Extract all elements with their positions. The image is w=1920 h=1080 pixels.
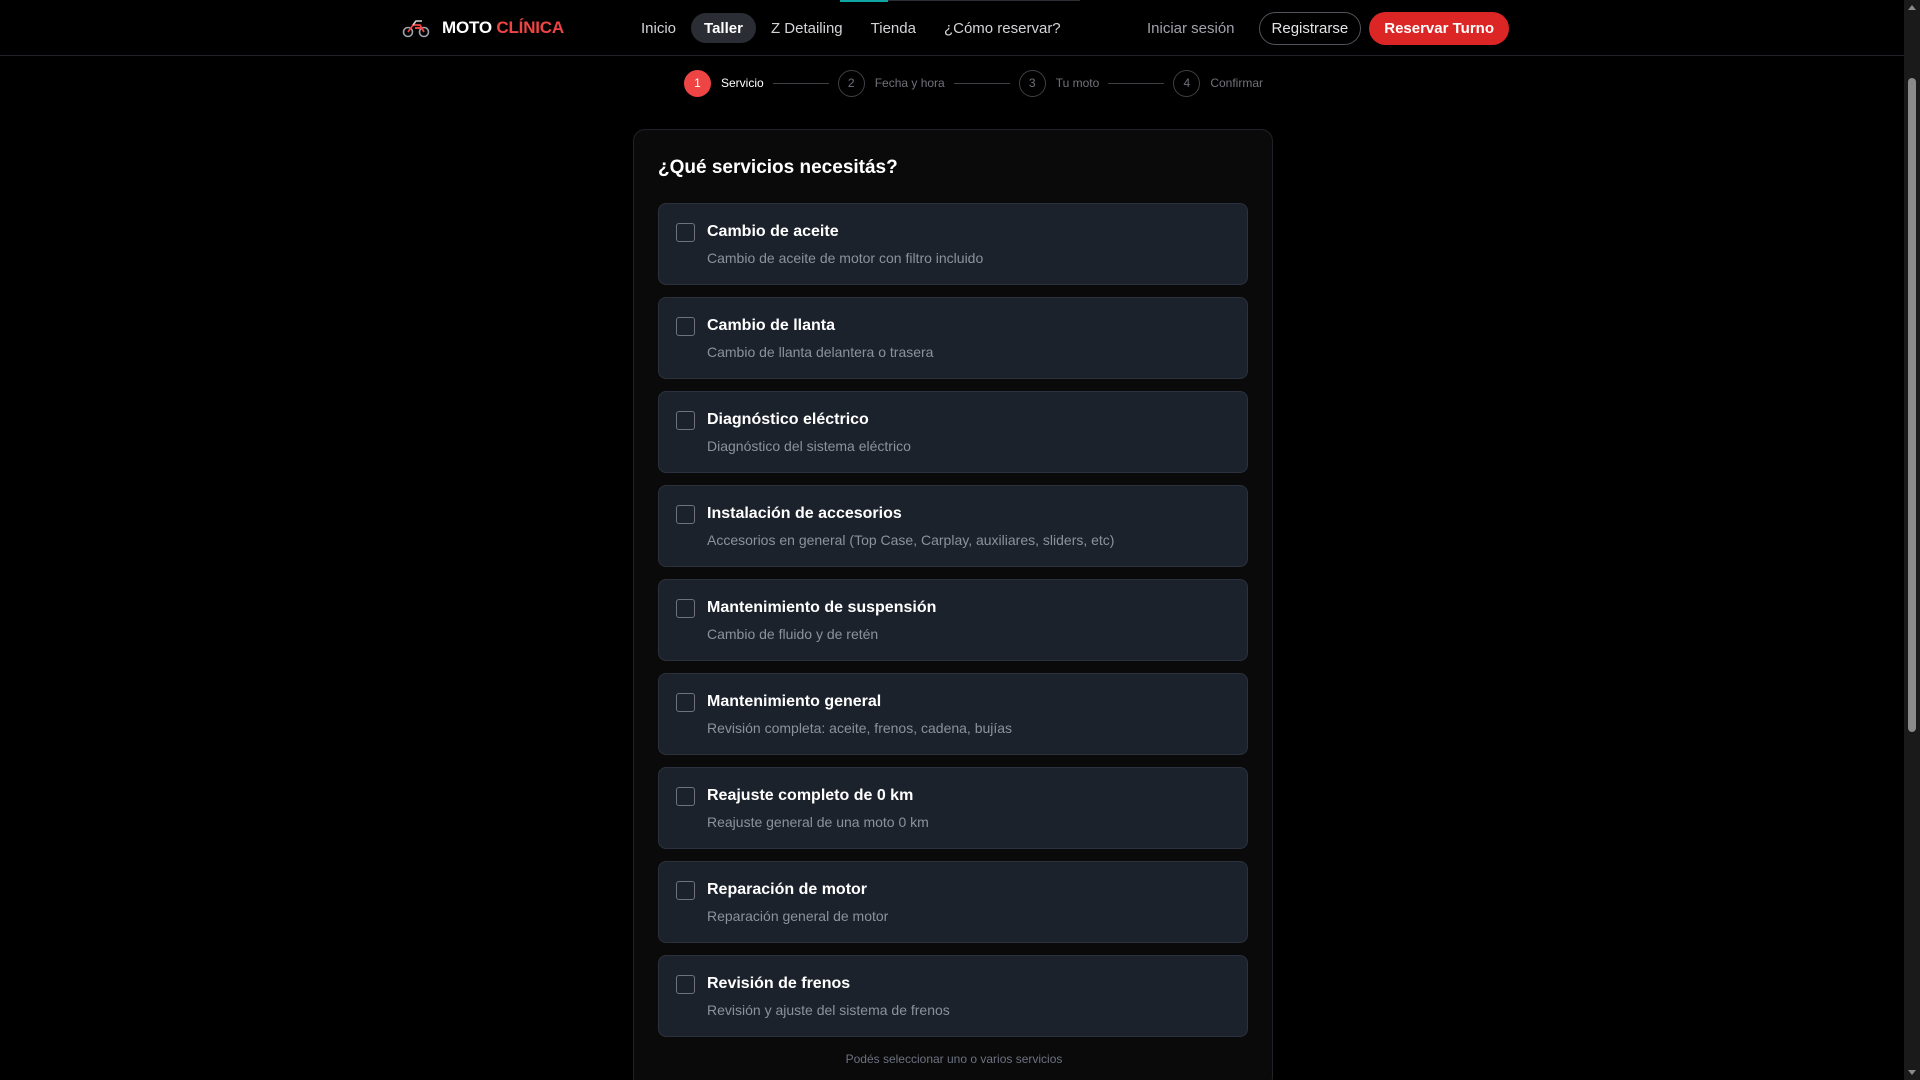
- motorcycle-logo-icon: [402, 20, 430, 38]
- service-name: Mantenimiento de suspensión: [707, 599, 937, 616]
- brand-name-first: MOTO: [442, 18, 492, 37]
- nav-link-tienda[interactable]: Tienda: [858, 13, 929, 43]
- top-navbar: MOTO CLÍNICA Inicio Taller Z Detailing T…: [0, 0, 1904, 56]
- card-title: ¿Qué servicios necesitás?: [658, 157, 898, 178]
- page-scrollbar[interactable]: [1904, 0, 1920, 1080]
- book-appointment-button[interactable]: Reservar Turno: [1369, 12, 1509, 45]
- service-checkbox[interactable]: [676, 411, 695, 430]
- service-description: Cambio de aceite de motor con filtro inc…: [707, 250, 984, 266]
- register-button[interactable]: Registrarse: [1258, 12, 1362, 45]
- service-description: Revisión y ajuste del sistema de frenos: [707, 1002, 950, 1018]
- service-list: Cambio de aceite Cambio de aceite de mot…: [658, 203, 1248, 1049]
- nav-active-indicator: [840, 0, 888, 2]
- step-connector: [772, 82, 829, 84]
- service-name: Revisión de frenos: [707, 975, 851, 992]
- login-link[interactable]: Iniciar sesión: [1131, 20, 1251, 37]
- step-confirmar: 4 Confirmar: [1173, 69, 1263, 97]
- step-label: Confirmar: [1210, 76, 1263, 90]
- step-number: 3: [1018, 69, 1046, 97]
- step-number: 2: [837, 69, 865, 97]
- service-name: Reparación de motor: [707, 881, 868, 898]
- service-option-cambio-llanta[interactable]: Cambio de llanta Cambio de llanta delant…: [658, 297, 1248, 379]
- service-option-cambio-aceite[interactable]: Cambio de aceite Cambio de aceite de mot…: [658, 203, 1248, 285]
- service-option-reajuste-0km[interactable]: Reajuste completo de 0 km Reajuste gener…: [658, 767, 1248, 849]
- scroll-down-icon[interactable]: [1908, 1070, 1916, 1075]
- nav-link-inicio[interactable]: Inicio: [628, 13, 689, 43]
- service-option-revision-frenos[interactable]: Revisión de frenos Revisión y ajuste del…: [658, 955, 1248, 1037]
- service-option-diagnostico-electrico[interactable]: Diagnóstico eléctrico Diagnóstico del si…: [658, 391, 1248, 473]
- booking-stepper: 1 Servicio 2 Fecha y hora 3 Tu moto 4 Co…: [684, 69, 1263, 97]
- step-connector: [1108, 82, 1165, 84]
- service-option-mantenimiento-general[interactable]: Mantenimiento general Revisión completa:…: [658, 673, 1248, 755]
- nav-indicator-track: [888, 0, 1080, 1]
- service-checkbox[interactable]: [676, 975, 695, 994]
- nav-link-taller[interactable]: Taller: [691, 13, 756, 43]
- service-checkbox[interactable]: [676, 317, 695, 336]
- service-checkbox[interactable]: [676, 881, 695, 900]
- service-checkbox[interactable]: [676, 505, 695, 524]
- service-checkbox[interactable]: [676, 599, 695, 618]
- step-number: 4: [1173, 69, 1201, 97]
- service-name: Reajuste completo de 0 km: [707, 787, 914, 804]
- step-number: 1: [684, 69, 711, 97]
- service-checkbox[interactable]: [676, 223, 695, 242]
- step-label: Tu moto: [1055, 76, 1100, 90]
- step-fecha-hora: 2 Fecha y hora: [837, 69, 945, 97]
- nav-actions: Iniciar sesión Registrarse Reservar Turn…: [1131, 12, 1509, 45]
- scrollbar-thumb[interactable]: [1908, 78, 1916, 732]
- service-selection-card: ¿Qué servicios necesitás? Cambio de acei…: [633, 129, 1273, 1080]
- step-label: Servicio: [721, 76, 764, 90]
- brand-name-second: CLÍNICA: [496, 18, 564, 37]
- service-name: Diagnóstico eléctrico: [707, 411, 869, 428]
- service-description: Cambio de fluido y de retén: [707, 626, 879, 642]
- step-connector: [953, 82, 1010, 84]
- scroll-up-icon[interactable]: [1908, 5, 1916, 10]
- service-checkbox[interactable]: [676, 693, 695, 712]
- service-description: Cambio de llanta delantera o trasera: [707, 344, 934, 360]
- step-servicio: 1 Servicio: [684, 69, 764, 97]
- service-description: Reparación general de motor: [707, 908, 889, 924]
- service-description: Diagnóstico del sistema eléctrico: [707, 438, 911, 454]
- service-option-reparacion-motor[interactable]: Reparación de motor Reparación general d…: [658, 861, 1248, 943]
- service-description: Reajuste general de una moto 0 km: [707, 814, 929, 830]
- service-name: Instalación de accesorios: [707, 505, 902, 522]
- brand-name: MOTO CLÍNICA: [442, 18, 564, 38]
- nav-link-como-reservar[interactable]: ¿Cómo reservar?: [931, 13, 1074, 43]
- service-option-mantenimiento-suspension[interactable]: Mantenimiento de suspensión Cambio de fl…: [658, 579, 1248, 661]
- service-checkbox[interactable]: [676, 787, 695, 806]
- service-description: Accesorios en general (Top Case, Carplay…: [707, 532, 1115, 548]
- service-option-instalacion-accesorios[interactable]: Instalación de accesorios Accesorios en …: [658, 485, 1248, 567]
- nav-link-z-detailing[interactable]: Z Detailing: [758, 13, 856, 43]
- step-tu-moto: 3 Tu moto: [1018, 69, 1100, 97]
- service-name: Cambio de llanta: [707, 317, 836, 334]
- selection-hint: Podés seleccionar uno o varios servicios: [845, 1052, 1063, 1066]
- service-name: Cambio de aceite: [707, 223, 839, 240]
- step-label: Fecha y hora: [874, 76, 945, 90]
- main-nav: Inicio Taller Z Detailing Tienda ¿Cómo r…: [628, 13, 1074, 43]
- service-name: Mantenimiento general: [707, 693, 882, 710]
- brand-logo[interactable]: MOTO CLÍNICA: [402, 14, 564, 42]
- service-description: Revisión completa: aceite, frenos, caden…: [707, 720, 1013, 736]
